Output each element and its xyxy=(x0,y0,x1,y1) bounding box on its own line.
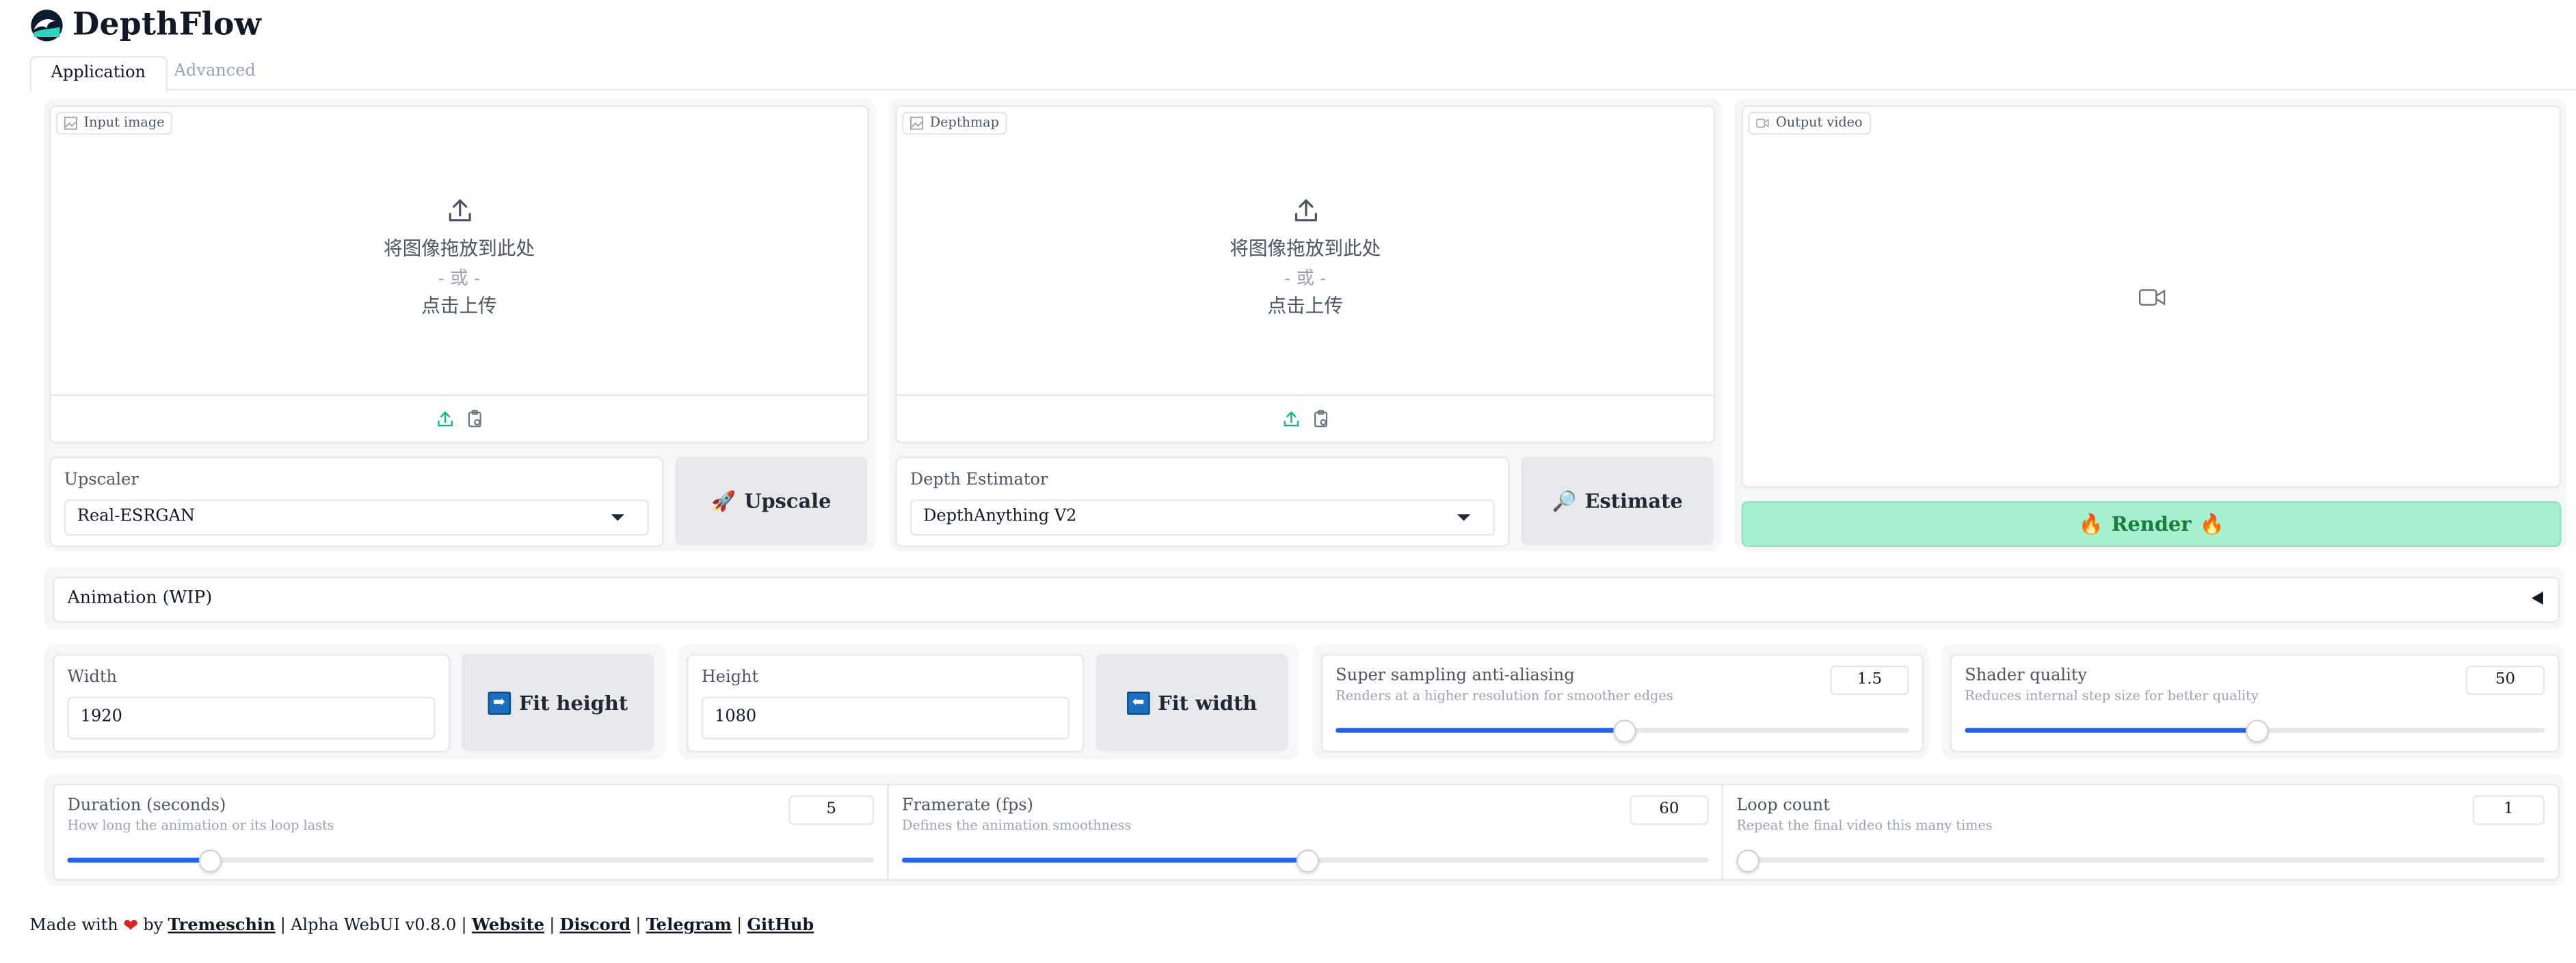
loop-block: Loop count Repeat the final video this m… xyxy=(1721,783,2560,881)
depthmap-toolbar xyxy=(897,394,1714,443)
quality-block: Shader quality Reduces internal step siz… xyxy=(1950,654,2560,753)
collapse-arrow-icon xyxy=(2532,591,2543,605)
duration-label: Duration (seconds) xyxy=(67,797,226,815)
app-title: DepthFlow xyxy=(72,6,262,43)
website-link[interactable]: Website xyxy=(472,917,544,935)
animation-accordion[interactable]: Animation (WIP) xyxy=(52,577,2560,623)
depth-estimator-block: Depth Estimator DepthAnything V2 xyxy=(895,456,1510,547)
fps-number-input[interactable]: 60 xyxy=(1630,795,1709,826)
width-label: Width xyxy=(67,668,117,687)
output-video-label: Output video xyxy=(1748,111,1871,135)
depthmap-box: Depthmap 将图像拖放到此处 - 或 - 点击上传 xyxy=(895,105,1716,444)
depth-estimator-dropdown[interactable]: DepthAnything V2 xyxy=(909,499,1496,536)
version-text: Alpha WebUI v0.8.0 xyxy=(291,916,457,935)
ssaa-label: Super sampling anti-aliasing xyxy=(1336,667,1575,685)
drop-text: 将图像拖放到此处 xyxy=(1230,236,1381,260)
upscaler-block: Upscaler Real-ESRGAN xyxy=(49,456,664,547)
estimate-button[interactable]: 🔎 Estimate xyxy=(1521,456,1714,546)
depth-estimator-label: Depth Estimator xyxy=(909,471,1048,490)
fps-info: Defines the animation smoothness xyxy=(901,818,1132,834)
magnifier-icon: 🔎 xyxy=(1552,489,1577,513)
input-image-toolbar xyxy=(51,394,868,443)
click-upload-text: 点击上传 xyxy=(1267,294,1343,317)
height-input[interactable]: 1080 xyxy=(701,696,1070,740)
drop-text: 将图像拖放到此处 xyxy=(383,236,535,260)
input-image-box: Input image 将图像拖放到此处 - 或 - 点击上传 xyxy=(49,105,869,444)
video-icon xyxy=(1756,118,1769,128)
fps-slider[interactable] xyxy=(901,849,1709,873)
fps-block: Framerate (fps) Defines the animation sm… xyxy=(887,783,1724,881)
clipboard-icon[interactable] xyxy=(1310,409,1330,429)
heart-icon: ❤ xyxy=(122,915,139,937)
render-button[interactable]: 🔥 Render 🔥 xyxy=(1741,501,2562,547)
quality-number-input[interactable]: 50 xyxy=(2466,665,2545,696)
loop-slider[interactable] xyxy=(1736,849,2545,873)
width-block: Width 1920 xyxy=(52,654,451,753)
ssaa-number-input[interactable]: 1.5 xyxy=(1830,665,1909,696)
duration-number-input[interactable]: 5 xyxy=(788,795,875,826)
tab-application[interactable]: Application xyxy=(29,55,168,92)
chevron-down-icon xyxy=(1457,514,1471,521)
slider-thumb[interactable] xyxy=(1736,849,1760,873)
upload-icon[interactable] xyxy=(1281,409,1301,429)
loop-label: Loop count xyxy=(1736,797,1830,815)
height-block: Height 1080 xyxy=(687,654,1085,753)
upscale-button[interactable]: 🚀 Upscale xyxy=(675,456,868,546)
slider-thumb[interactable] xyxy=(1295,849,1318,873)
click-upload-text: 点击上传 xyxy=(421,294,497,317)
telegram-link[interactable]: Telegram xyxy=(646,917,732,935)
or-text: - 或 - xyxy=(1284,267,1327,289)
slider-fill xyxy=(1336,728,1623,733)
fit-height-button[interactable]: ➡ Fit height xyxy=(462,654,654,751)
ssaa-block: Super sampling anti-aliasing Renders at … xyxy=(1320,654,1924,753)
quality-label: Shader quality xyxy=(1965,667,2088,685)
slider-fill xyxy=(67,858,209,863)
animation-label: Animation (WIP) xyxy=(67,588,213,608)
rocket-icon: 🚀 xyxy=(711,489,736,513)
fire-icon: 🔥 xyxy=(2199,512,2225,536)
app-header: DepthFlow xyxy=(29,5,261,44)
tab-advanced[interactable]: Advanced xyxy=(155,56,276,89)
output-video-box: Output video xyxy=(1741,105,2562,488)
ssaa-slider[interactable] xyxy=(1336,720,1909,743)
upload-icon xyxy=(1294,199,1316,222)
fit-width-button[interactable]: ⬅ Fit width xyxy=(1096,654,1288,751)
clipboard-icon[interactable] xyxy=(464,409,484,429)
height-label: Height xyxy=(701,668,759,687)
slider-thumb[interactable] xyxy=(1612,720,1636,743)
author-link[interactable]: Tremeschin xyxy=(168,917,276,935)
slider-fill xyxy=(901,858,1305,863)
slider-thumb[interactable] xyxy=(198,849,222,873)
right-arrow-icon: ➡ xyxy=(488,691,511,714)
tab-bar: Application Advanced xyxy=(29,55,2576,92)
duration-block: Duration (seconds) How long the animatio… xyxy=(52,783,889,881)
chevron-down-icon xyxy=(611,514,624,521)
ssaa-info: Renders at a higher resolution for smoot… xyxy=(1336,688,1673,704)
quality-info: Reduces internal step size for better qu… xyxy=(1965,688,2259,704)
or-text: - 或 - xyxy=(438,267,481,289)
fire-icon: 🔥 xyxy=(2078,512,2103,536)
depthflow-logo-icon xyxy=(31,8,63,41)
duration-slider[interactable] xyxy=(67,849,875,873)
slider-fill xyxy=(1965,728,2255,733)
loop-info: Repeat the final video this many times xyxy=(1736,818,1993,834)
width-input[interactable]: 1920 xyxy=(67,696,436,740)
github-link[interactable]: GitHub xyxy=(747,917,814,935)
slider-thumb[interactable] xyxy=(2244,720,2268,743)
fps-label: Framerate (fps) xyxy=(901,797,1034,815)
discord-link[interactable]: Discord xyxy=(560,917,631,935)
quality-slider[interactable] xyxy=(1965,720,2545,743)
app-root: DepthFlow Application Advanced Input ima… xyxy=(0,0,2576,963)
depthmap-dropzone[interactable]: 将图像拖放到此处 - 或 - 点击上传 xyxy=(897,107,1714,396)
input-image-dropzone[interactable]: 将图像拖放到此处 - 或 - 点击上传 xyxy=(51,107,867,396)
upload-icon[interactable] xyxy=(434,409,454,429)
left-arrow-icon: ⬅ xyxy=(1126,691,1150,714)
upscaler-label: Upscaler xyxy=(64,471,139,490)
footer: Made with ❤ by Tremeschin | Alpha WebUI … xyxy=(29,915,814,937)
upload-icon xyxy=(448,199,470,222)
duration-info: How long the animation or its loop lasts xyxy=(67,818,334,834)
loop-number-input[interactable]: 1 xyxy=(2472,795,2545,826)
video-camera-icon xyxy=(2138,288,2165,305)
upscaler-dropdown[interactable]: Real-ESRGAN xyxy=(64,499,649,536)
